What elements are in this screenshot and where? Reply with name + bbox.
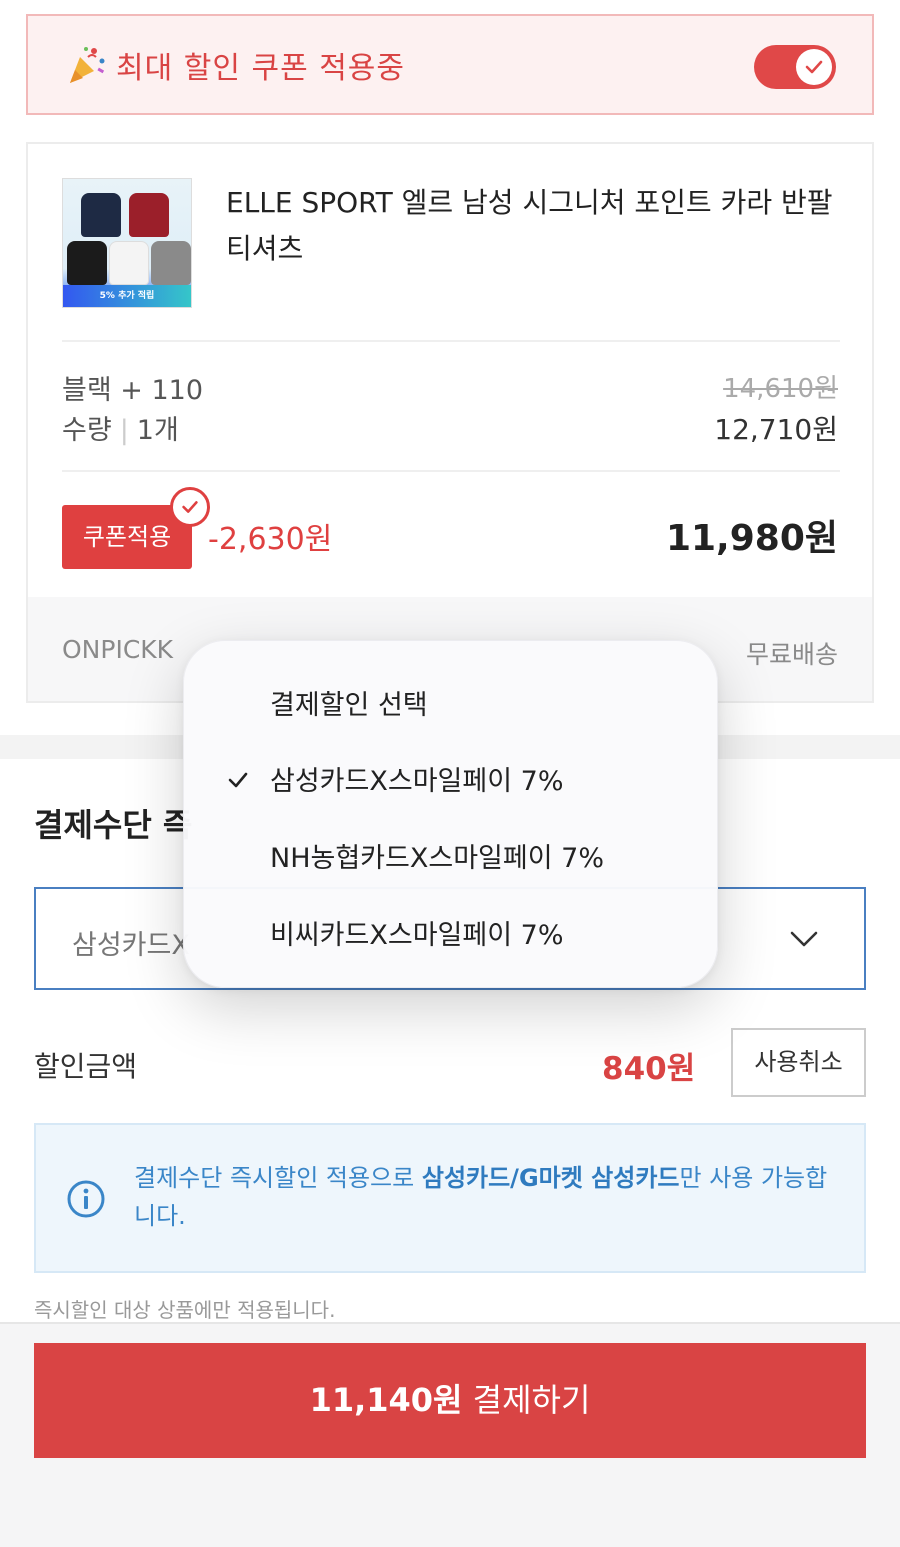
notice-text-pre: 결제수단 즉시할인 적용으로	[134, 1164, 422, 1192]
shirt-white	[109, 241, 149, 285]
dropdown-option-bc[interactable]: 비씨카드X스마일페이 7%	[270, 913, 563, 952]
shipping-info: 무료배송	[745, 640, 838, 669]
dropdown-option-nh[interactable]: NH농협카드X스마일페이 7%	[270, 836, 604, 875]
dropdown-header: 결제할인 선택	[270, 690, 428, 721]
seller-name[interactable]: ONPICKK	[62, 635, 173, 664]
qty-label: 수량	[62, 415, 112, 446]
coupon-applied-check-icon	[170, 487, 210, 527]
divider	[62, 340, 840, 342]
shirt-navy	[81, 193, 121, 237]
checkout-amount: 11,140원	[309, 1381, 463, 1419]
info-icon	[67, 1180, 105, 1218]
toggle-knob	[796, 49, 832, 85]
notice-text-cards: 삼성카드/G마켓 삼성카드	[421, 1164, 680, 1192]
original-price: 14,610원	[723, 374, 838, 404]
divider	[62, 470, 840, 472]
shirt-red	[129, 193, 169, 237]
discount-amount-value: 840원	[602, 1051, 696, 1087]
checkmark-icon	[228, 772, 248, 788]
checkout-button[interactable]: 11,140원 결제하기	[34, 1343, 866, 1458]
product-card: 5% 추가 적립 ELLE SPORT 엘르 남성 시그니처 포인트 카라 반팔…	[26, 142, 874, 703]
product-name[interactable]: ELLE SPORT 엘르 남성 시그니처 포인트 카라 반팔 티셔츠	[226, 180, 836, 272]
shirt-black	[67, 241, 107, 285]
payment-section-title: 결제수단 즉	[34, 806, 193, 844]
chevron-down-icon	[790, 931, 818, 947]
product-thumbnail[interactable]: 5% 추가 적립	[62, 178, 192, 308]
check-icon	[805, 60, 823, 74]
party-popper-icon	[70, 46, 105, 83]
product-quantity: 수량 | 1개	[62, 408, 179, 447]
product-option: 블랙 + 110	[62, 375, 204, 406]
qty-value: 1개	[136, 415, 179, 446]
qty-separator: |	[119, 415, 129, 446]
dropdown-option-samsung[interactable]: 삼성카드X스마일페이 7%	[270, 759, 563, 798]
coupon-banner-title: 최대 할인 쿠폰 적용중	[116, 50, 406, 86]
discount-amount-label: 할인금액	[34, 1050, 138, 1083]
sale-price: 12,710원	[714, 413, 838, 446]
shirt-gray	[151, 241, 191, 285]
cancel-discount-button[interactable]: 사용취소	[731, 1028, 866, 1097]
instant-discount-note: 즉시할인 대상 상품에만 적용됩니다.	[34, 1298, 336, 1322]
thumbnail-badge: 5% 추가 적립	[63, 285, 191, 307]
bottom-bar: 11,140원 결제하기	[0, 1322, 900, 1547]
coupon-banner: 최대 할인 쿠폰 적용중	[26, 14, 874, 115]
final-price: 11,980원	[665, 518, 838, 559]
coupon-discount: -2,630원	[208, 522, 333, 557]
checkout-action: 결제하기	[462, 1381, 591, 1419]
payment-notice: 결제수단 즉시할인 적용으로 삼성카드/G마켓 삼성카드만 사용 가능합니다.	[34, 1123, 866, 1273]
selected-payment-method: 삼성카드X	[72, 930, 190, 961]
max-coupon-toggle[interactable]	[754, 45, 836, 89]
notice-text: 결제수단 즉시할인 적용으로 삼성카드/G마켓 삼성카드만 사용 가능합니다.	[134, 1159, 834, 1235]
payment-discount-dropdown: 결제할인 선택 삼성카드X스마일페이 7% NH농협카드X스마일페이 7% 비씨…	[183, 640, 718, 988]
